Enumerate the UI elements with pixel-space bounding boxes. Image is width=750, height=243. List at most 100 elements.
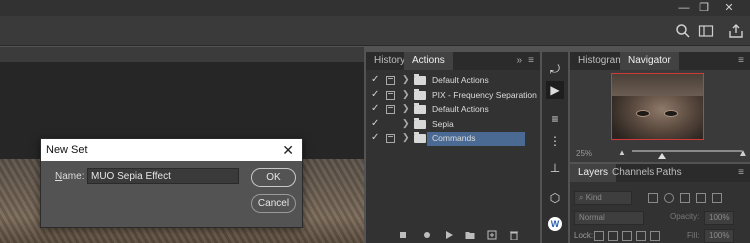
toggle-dialog-icon[interactable] (386, 105, 395, 114)
close-window-icon[interactable]: ✕ (722, 1, 736, 15)
ok-button[interactable]: OK (251, 168, 296, 187)
toggle-dialog-icon[interactable] (386, 76, 395, 85)
w-icon[interactable]: W (546, 215, 564, 233)
zoom-level[interactable]: 25% (576, 149, 592, 158)
action-set-row[interactable]: ✓ ❯ Default Actions (366, 74, 540, 89)
close-icon[interactable]: ✕ (282, 142, 294, 158)
layer-filter-kind[interactable]: ⌕ Kind (574, 191, 632, 205)
action-set-label: PIX - Frequency Separation (432, 89, 537, 100)
restore-icon[interactable]: ❐ (697, 1, 711, 15)
navigator-menu-icon[interactable]: ≡ (738, 55, 744, 66)
filter-pixel-icon[interactable] (648, 193, 658, 203)
fill-field[interactable]: 100% (704, 229, 734, 243)
navigator-panel: Histogram Navigator ≡ 25% ▲ ▲ (570, 52, 750, 162)
new-set-dialog: New Set ✕ Name: OK Cancel (40, 138, 303, 228)
expand-triangle-icon[interactable]: ❯ (402, 118, 410, 129)
minimize-icon[interactable]: — (677, 1, 691, 15)
lock-pixels-icon[interactable] (594, 231, 604, 241)
search-icon[interactable] (675, 23, 691, 39)
lock-label: Lock: (574, 231, 594, 240)
name-label: Name: (55, 171, 85, 182)
preview-hood (612, 74, 703, 96)
panel-icon-strip: ⤾ ▶ ≡ ⋮ ⊥ ⬡ W (542, 52, 568, 243)
lock-artboard-icon[interactable] (636, 231, 646, 241)
lock-image-icon[interactable] (608, 231, 618, 241)
panel-menu-icon[interactable]: ≡ (528, 55, 534, 66)
workspace-icon[interactable] (698, 23, 714, 39)
new-set-icon[interactable] (465, 230, 475, 240)
collapse-icon[interactable]: » (516, 55, 522, 66)
action-set-label: Commands (432, 133, 476, 143)
title-bar: — ❐ ✕ (0, 0, 750, 16)
folder-icon (414, 117, 426, 129)
action-set-row[interactable]: ✓ ❯ Default Actions (366, 103, 540, 118)
actions-play-icon[interactable]: ▶ (546, 81, 564, 99)
toggle-item-check-icon[interactable]: ✓ (371, 118, 381, 129)
layers-panel: Layers Channels Paths ≡ ⌕ Kind Normal Op… (570, 164, 750, 243)
dialog-title: New Set (46, 144, 88, 156)
expand-triangle-icon[interactable]: ❯ (402, 74, 410, 85)
preview-eye-right (664, 110, 678, 117)
new-action-icon[interactable] (487, 230, 497, 240)
toggle-item-check-icon[interactable]: ✓ (371, 74, 381, 85)
action-set-row[interactable]: ✓ ❯ Sepia (366, 117, 540, 133)
lock-all-icon[interactable] (650, 231, 660, 241)
zoom-out-icon[interactable]: ▲ (618, 148, 626, 157)
layers-menu-icon[interactable]: ≡ (738, 167, 744, 178)
folder-icon (414, 132, 426, 143)
expand-triangle-icon[interactable]: ❯ (402, 132, 410, 143)
options-bar (0, 16, 750, 46)
folder-icon (414, 88, 426, 100)
opacity-label: Opacity: (670, 212, 700, 221)
toggle-dialog-icon[interactable] (386, 134, 395, 143)
3d-icon[interactable]: ⬡ (546, 189, 564, 207)
zoom-in-icon[interactable]: ▲ (738, 148, 748, 159)
lock-position-icon[interactable] (622, 231, 632, 241)
fill-label: Fill: (687, 231, 700, 240)
blend-mode-select[interactable]: Normal (574, 211, 644, 225)
navigator-panel-tabs: Histogram Navigator ≡ (570, 52, 750, 70)
clone-source-icon[interactable]: ⊥ (546, 159, 564, 177)
cancel-button[interactable]: Cancel (251, 194, 296, 213)
tab-navigator[interactable]: Navigator (620, 52, 679, 70)
history-brush-icon[interactable]: ⤾ (546, 60, 564, 78)
action-list: ✓ ❯ Default Actions ✓ ❯ PIX - Frequency Separ… (366, 74, 540, 147)
filter-type-icon[interactable] (680, 193, 690, 203)
zoom-slider[interactable] (632, 150, 742, 152)
layers-panel-tabs: Layers Channels Paths ≡ (570, 164, 750, 182)
toggle-item-check-icon[interactable]: ✓ (371, 132, 381, 143)
delete-icon[interactable] (509, 230, 519, 240)
preview-eye-left (636, 110, 650, 117)
record-icon[interactable] (422, 230, 432, 240)
expand-triangle-icon[interactable]: ❯ (402, 103, 410, 114)
action-set-label: Sepia (432, 118, 454, 129)
set-name-input[interactable] (87, 168, 239, 184)
filter-adjustment-icon[interactable] (664, 193, 674, 203)
action-set-label: Default Actions (432, 104, 489, 114)
filter-shape-icon[interactable] (696, 193, 706, 203)
brush-settings-icon[interactable]: ≡ (546, 110, 564, 128)
toggle-item-check-icon[interactable]: ✓ (371, 103, 381, 114)
action-set-row[interactable]: ✓ ❯ PIX - Frequency Separation (366, 88, 540, 104)
zoom-slider-handle[interactable] (658, 153, 666, 159)
actions-panel-tabs: History Actions » ≡ (366, 52, 540, 70)
dialog-title-bar[interactable]: New Set ✕ (41, 139, 302, 161)
folder-icon (414, 74, 426, 85)
action-set-row[interactable]: ✓ ❯ Commands (366, 132, 540, 147)
opacity-field[interactable]: 100% (704, 211, 734, 225)
filter-smart-icon[interactable] (712, 193, 722, 203)
expand-triangle-icon[interactable]: ❯ (402, 89, 410, 100)
tab-paths[interactable]: Paths (648, 164, 690, 182)
stop-icon[interactable] (398, 230, 408, 240)
toggle-dialog-icon[interactable] (386, 90, 395, 100)
actions-footer (366, 227, 540, 243)
navigator-preview[interactable] (611, 73, 704, 140)
toggle-item-check-icon[interactable]: ✓ (371, 89, 381, 100)
play-icon[interactable] (444, 230, 454, 240)
folder-icon (414, 103, 426, 114)
actions-panel: History Actions » ≡ ✓ ❯ Default Actions ✓ ❯ P… (366, 52, 540, 243)
action-set-label: Default Actions (432, 75, 489, 85)
share-icon[interactable] (728, 23, 744, 39)
tab-actions[interactable]: Actions (404, 52, 453, 70)
brushes-icon[interactable]: ⋮ (546, 132, 564, 150)
